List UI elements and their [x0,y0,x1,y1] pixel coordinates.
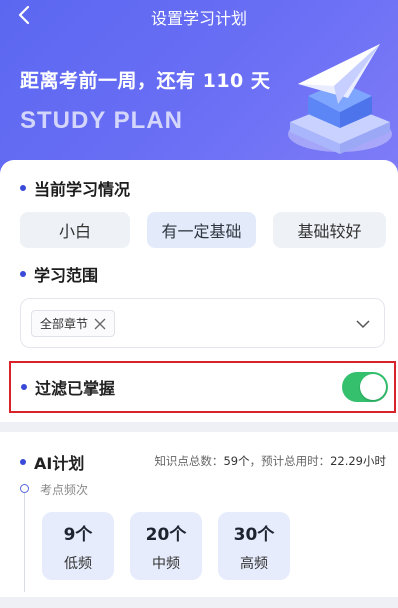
scope-tag: 全部章节 [31,310,116,337]
bullet-dot-icon [20,271,26,277]
scope-heading: 学习范围 [20,262,98,286]
bullet-dot-icon [20,185,26,191]
frequency-mid-label: 中频 [152,556,180,572]
frequency-high-card[interactable]: 30个 高频 [218,512,290,580]
ai-plan-stats: 知识点总数：59个，预计总用时：22.29小时 [154,453,386,469]
current-level-title: 当前学习情况 [34,180,131,199]
chevron-down-icon[interactable] [356,317,370,331]
study-plan-tagline: STUDY PLAN [20,107,183,134]
knowledge-count-value: 59个 [223,454,250,468]
level-options: 小白 有一定基础 基础较好 [20,212,386,248]
filter-mastered-toggle[interactable] [342,372,388,402]
ai-plan-title: AI计划 [34,454,85,473]
level-option-good-basis[interactable]: 基础较好 [273,212,386,248]
toggle-knob [360,374,386,400]
page-title: 设置学习计划 [150,9,247,28]
estimated-time-label: ，预计总用时： [249,454,331,468]
remove-tag-icon[interactable] [93,317,107,331]
current-level-heading: 当前学习情况 [20,176,130,200]
frequency-high-label: 高频 [240,556,268,572]
knowledge-count-label: 知识点总数： [154,454,224,468]
timeline-line [24,486,25,592]
frequency-mid-card[interactable]: 20个 中频 [130,512,202,580]
frequency-high-count: 30个 [233,525,275,545]
estimated-time-value: 22.29小时 [330,454,386,468]
frequency-low-count: 9个 [63,525,93,545]
bottom-gap [0,597,398,608]
hero-banner: 设置学习计划 距离考前一周，还有 110 天 STUDY PLAN [0,0,398,175]
ai-plan-card: AI计划 知识点总数：59个，预计总用时：22.29小时 考点频次 9个 低频 … [0,432,398,597]
nav-bar: 设置学习计划 [0,0,398,30]
plan-settings-card: 当前学习情况 小白 有一定基础 基础较好 学习范围 全部章节 过滤已掌握 [0,160,398,422]
frequency-label: 考点频次 [40,483,89,497]
level-option-some-basis[interactable]: 有一定基础 [147,212,256,248]
frequency-low-label: 低频 [64,556,92,572]
filter-mastered-heading: 过滤已掌握 [21,375,115,399]
scope-select[interactable]: 全部章节 [20,298,385,348]
scope-tag-label: 全部章节 [40,317,89,331]
filter-mastered-title: 过滤已掌握 [35,379,116,398]
bullet-dot-icon [20,459,26,465]
frequency-mid-count: 20个 [145,525,187,545]
ai-plan-heading: AI计划 [20,450,84,474]
scope-title: 学习范围 [34,266,99,285]
paper-plane-box-illustration [288,44,392,154]
timeline-dot-icon [20,484,29,493]
countdown-headline: 距离考前一周，还有 110 天 [20,70,271,92]
bullet-dot-icon [21,384,27,390]
filter-mastered-row: 过滤已掌握 [9,361,396,413]
level-option-beginner[interactable]: 小白 [20,212,130,248]
frequency-low-card[interactable]: 9个 低频 [42,512,114,580]
